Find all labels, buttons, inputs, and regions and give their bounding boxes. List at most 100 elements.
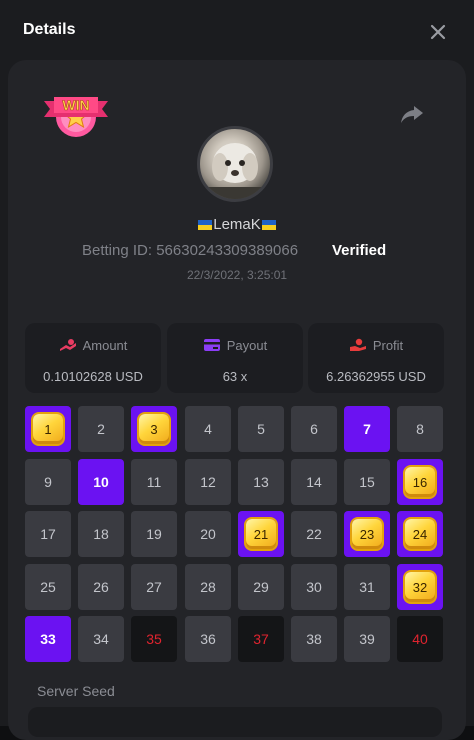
keno-tile[interactable]: 13 bbox=[238, 459, 284, 505]
keno-tile-number: 9 bbox=[44, 474, 52, 490]
amount-value: 0.10102628 USD bbox=[43, 369, 143, 384]
keno-tile-number: 14 bbox=[306, 474, 322, 490]
gem-icon: 24 bbox=[405, 519, 435, 549]
keno-tile[interactable]: 8 bbox=[397, 406, 443, 452]
keno-tile-number: 36 bbox=[200, 631, 216, 647]
keno-tile[interactable]: 1 bbox=[25, 406, 71, 452]
keno-tile[interactable]: 21 bbox=[238, 511, 284, 557]
keno-tile-number: 21 bbox=[253, 526, 269, 542]
keno-tile[interactable]: 3 bbox=[131, 406, 177, 452]
keno-tile[interactable]: 6 bbox=[291, 406, 337, 452]
keno-tile-number: 28 bbox=[200, 579, 216, 595]
username-text: LemaK bbox=[213, 216, 261, 233]
keno-tile-number: 33 bbox=[40, 631, 56, 647]
flag-icon bbox=[198, 220, 213, 230]
keno-tile[interactable]: 22 bbox=[291, 511, 337, 557]
keno-tile-number: 37 bbox=[253, 631, 269, 647]
keno-tile[interactable]: 10 bbox=[78, 459, 124, 505]
keno-tile[interactable]: 28 bbox=[185, 564, 231, 610]
share-icon bbox=[401, 106, 423, 123]
hand-coin-icon bbox=[349, 338, 366, 351]
keno-tile[interactable]: 39 bbox=[344, 616, 390, 662]
keno-tile[interactable]: 29 bbox=[238, 564, 284, 610]
keno-tile-number: 12 bbox=[200, 474, 216, 490]
keno-tile-number: 15 bbox=[359, 474, 375, 490]
profit-stat: Profit 6.26362955 USD bbox=[308, 323, 444, 393]
profit-value: 6.26362955 USD bbox=[326, 369, 426, 384]
keno-tile-number: 19 bbox=[146, 526, 162, 542]
keno-tile[interactable]: 5 bbox=[238, 406, 284, 452]
keno-tile[interactable]: 25 bbox=[25, 564, 71, 610]
keno-tile[interactable]: 27 bbox=[131, 564, 177, 610]
payout-value: 63 x bbox=[222, 369, 248, 384]
keno-tile[interactable]: 19 bbox=[131, 511, 177, 557]
modal-header: Details bbox=[0, 0, 474, 60]
close-button[interactable] bbox=[426, 20, 450, 44]
keno-tile[interactable]: 14 bbox=[291, 459, 337, 505]
server-seed-label: Server Seed bbox=[37, 683, 115, 699]
card-icon bbox=[203, 339, 220, 351]
keno-tile-number: 18 bbox=[93, 526, 109, 542]
keno-tile[interactable]: 35 bbox=[131, 616, 177, 662]
payout-label: Payout bbox=[226, 338, 268, 353]
profit-label: Profit bbox=[372, 338, 404, 353]
keno-tile-number: 5 bbox=[257, 421, 265, 437]
keno-tile-number: 26 bbox=[93, 579, 109, 595]
flag-icon bbox=[261, 220, 276, 230]
keno-tile[interactable]: 38 bbox=[291, 616, 337, 662]
keno-tile[interactable]: 7 bbox=[344, 406, 390, 452]
verified-badge: Verified bbox=[332, 242, 387, 259]
keno-tile-number: 40 bbox=[412, 631, 428, 647]
keno-tile-number: 25 bbox=[40, 579, 56, 595]
keno-tile-number: 17 bbox=[40, 526, 56, 542]
keno-tile-number: 23 bbox=[359, 526, 375, 542]
amount-stat: Amount 0.10102628 USD bbox=[25, 323, 161, 393]
keno-tile-number: 32 bbox=[412, 579, 428, 595]
keno-tile[interactable]: 30 bbox=[291, 564, 337, 610]
keno-tile-number: 7 bbox=[363, 421, 371, 437]
avatar-dog-image bbox=[200, 143, 270, 199]
gem-icon: 1 bbox=[33, 414, 63, 444]
keno-tile[interactable]: 40 bbox=[397, 616, 443, 662]
keno-tile[interactable]: 9 bbox=[25, 459, 71, 505]
betting-id-line: Betting ID: 56630243309389066 bbox=[82, 242, 298, 259]
keno-tile-number: 34 bbox=[93, 631, 109, 647]
share-button[interactable] bbox=[400, 104, 424, 124]
keno-tile[interactable]: 34 bbox=[78, 616, 124, 662]
keno-tile[interactable]: 11 bbox=[131, 459, 177, 505]
gem-icon: 32 bbox=[405, 572, 435, 602]
keno-tile[interactable]: 2 bbox=[78, 406, 124, 452]
keno-tile[interactable]: 33 bbox=[25, 616, 71, 662]
keno-tile-number: 2 bbox=[97, 421, 105, 437]
keno-tile-number: 10 bbox=[93, 474, 109, 490]
keno-tile[interactable]: 31 bbox=[344, 564, 390, 610]
gem-icon: 16 bbox=[405, 467, 435, 497]
payout-stat: Payout 63 x bbox=[167, 323, 303, 393]
keno-tile[interactable]: 15 bbox=[344, 459, 390, 505]
avatar bbox=[197, 126, 273, 202]
modal-title: Details bbox=[23, 21, 76, 38]
keno-tile[interactable]: 17 bbox=[25, 511, 71, 557]
keno-tile[interactable]: 32 bbox=[397, 564, 443, 610]
keno-tile-number: 29 bbox=[253, 579, 269, 595]
keno-tile-number: 35 bbox=[146, 631, 162, 647]
keno-tile[interactable]: 26 bbox=[78, 564, 124, 610]
keno-tile[interactable]: 37 bbox=[238, 616, 284, 662]
keno-tile-number: 1 bbox=[44, 421, 52, 437]
keno-tile[interactable]: 23 bbox=[344, 511, 390, 557]
server-seed-field[interactable] bbox=[28, 707, 442, 737]
amount-label: Amount bbox=[82, 338, 128, 353]
keno-tile[interactable]: 20 bbox=[185, 511, 231, 557]
keno-tile-number: 39 bbox=[359, 631, 375, 647]
betting-id-label: Betting ID: bbox=[82, 242, 153, 259]
keno-tile[interactable]: 12 bbox=[185, 459, 231, 505]
keno-tile-number: 16 bbox=[412, 474, 428, 490]
keno-tile[interactable]: 16 bbox=[397, 459, 443, 505]
keno-tile[interactable]: 18 bbox=[78, 511, 124, 557]
close-icon bbox=[430, 24, 446, 40]
keno-tile-number: 38 bbox=[306, 631, 322, 647]
keno-tile[interactable]: 4 bbox=[185, 406, 231, 452]
keno-tile[interactable]: 24 bbox=[397, 511, 443, 557]
keno-tile[interactable]: 36 bbox=[185, 616, 231, 662]
keno-tile-number: 27 bbox=[146, 579, 162, 595]
